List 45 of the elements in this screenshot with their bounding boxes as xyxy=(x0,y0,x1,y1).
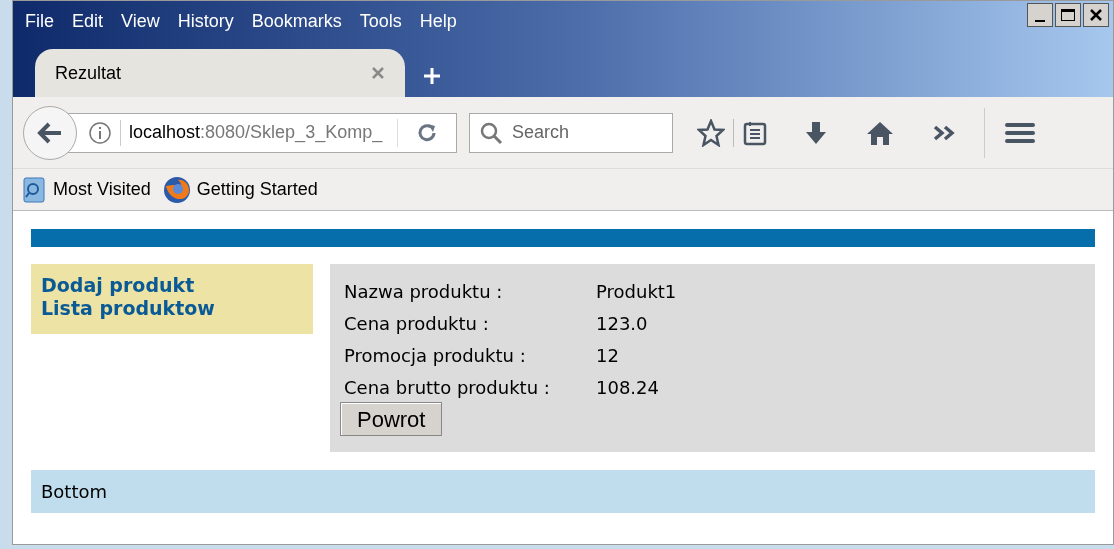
menu-item[interactable]: Bookmarks xyxy=(251,7,342,35)
new-tab-icon[interactable] xyxy=(423,67,441,85)
menu-item[interactable]: File xyxy=(25,7,54,35)
menu-icon[interactable] xyxy=(1005,120,1035,145)
back-button[interactable] xyxy=(23,105,77,160)
maximize-button[interactable] xyxy=(1055,3,1081,27)
back-arrow-icon xyxy=(37,120,63,145)
star-icon[interactable] xyxy=(697,118,725,147)
search-icon xyxy=(479,120,503,145)
url-path: :8080/Sklep_3_Komp_ xyxy=(200,121,383,145)
field-value: 12 xyxy=(596,344,620,368)
nav-link[interactable]: Lista produktow xyxy=(41,297,303,320)
field-label: Cena brutto produktu : xyxy=(344,376,551,400)
reload-icon[interactable] xyxy=(416,121,438,144)
menu-item[interactable]: Help xyxy=(419,7,457,35)
close-button[interactable] xyxy=(1083,3,1109,27)
field-value: 123.0 xyxy=(596,312,649,336)
tab-title: Rezultat xyxy=(55,61,122,85)
info-icon xyxy=(88,120,112,145)
menu-item[interactable]: Edit xyxy=(72,7,104,35)
bookmark-folder-icon xyxy=(23,176,47,203)
field-value: 108.24 xyxy=(596,376,660,400)
field-label: Nazwa produktu : xyxy=(344,280,504,304)
reading-list-icon[interactable] xyxy=(742,119,768,146)
field-label: Cena produktu : xyxy=(344,312,490,336)
menu-item[interactable]: Tools xyxy=(359,7,402,35)
field-value: Produkt1 xyxy=(596,280,678,304)
menu-item[interactable]: View xyxy=(121,7,160,35)
bookmark-link[interactable]: Most Visited xyxy=(53,176,151,203)
footer-bar: Bottom xyxy=(31,470,1095,513)
close-tab-icon[interactable] xyxy=(371,66,385,80)
download-icon[interactable] xyxy=(804,119,828,146)
globe-icon xyxy=(162,175,191,204)
overflow-chevron-icon[interactable] xyxy=(932,123,956,142)
nav-link[interactable]: Dodaj produkt xyxy=(41,274,303,297)
close-icon xyxy=(1089,8,1103,22)
browser-tab[interactable]: Rezultat xyxy=(35,49,405,97)
url-host: localhost xyxy=(129,121,201,142)
search-field[interactable]: Search xyxy=(469,112,673,153)
menu-item[interactable]: History xyxy=(177,7,234,35)
bookmark-link[interactable]: Getting Started xyxy=(196,176,318,203)
minimize-button[interactable] xyxy=(1027,3,1053,27)
home-icon[interactable] xyxy=(866,119,894,146)
back-button[interactable]: Powrot xyxy=(340,402,443,436)
field-label: Promocja produktu : xyxy=(344,344,527,368)
